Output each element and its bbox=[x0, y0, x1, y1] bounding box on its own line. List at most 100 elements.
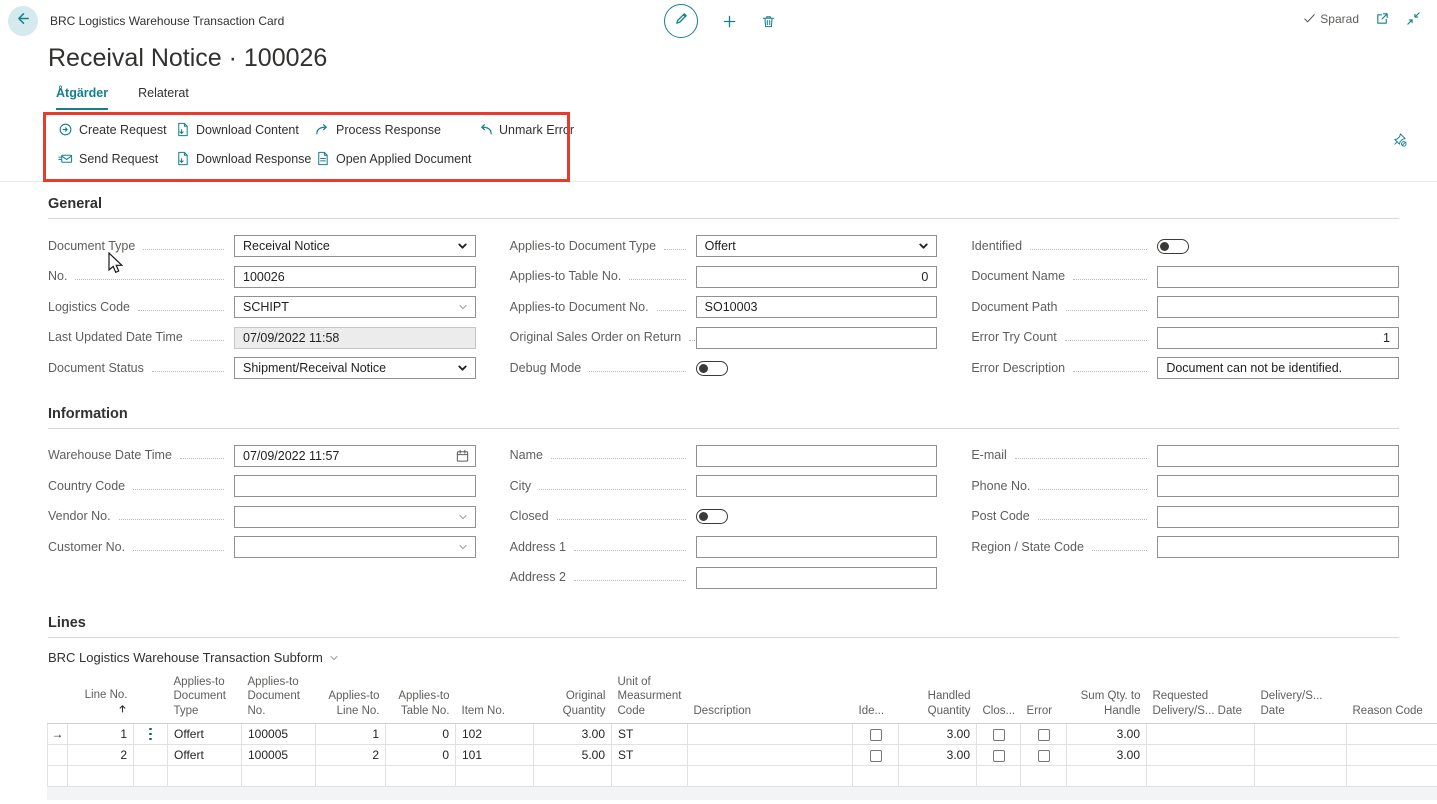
calendar-icon[interactable] bbox=[455, 448, 470, 463]
field-name[interactable] bbox=[696, 445, 938, 467]
field-applies-to-document-no[interactable]: SO10003 bbox=[696, 296, 938, 318]
cell-applies_table_no[interactable]: 0 bbox=[386, 724, 456, 745]
trash-icon[interactable] bbox=[761, 14, 776, 29]
toggle-closed[interactable] bbox=[696, 509, 728, 524]
field-country-code[interactable] bbox=[234, 475, 476, 497]
cell-applies_doc_no[interactable]: 100005 bbox=[242, 745, 316, 766]
cell-line_no[interactable]: 1 bbox=[68, 724, 134, 745]
cell-original_qty[interactable]: 3.00 bbox=[534, 724, 612, 745]
cell-identified[interactable] bbox=[853, 766, 899, 787]
pin-icon[interactable] bbox=[1392, 132, 1407, 152]
col-header-applies_doc_no[interactable]: Applies-to Document No. bbox=[242, 673, 316, 724]
col-header-closed[interactable]: Clos... bbox=[977, 673, 1021, 724]
field-document-status[interactable]: Shipment/Receival Notice bbox=[234, 357, 476, 379]
action-unmark-error[interactable]: Unmark Error bbox=[478, 122, 1437, 137]
cell-handled_qty[interactable]: 3.00 bbox=[899, 724, 977, 745]
field-document-name[interactable] bbox=[1157, 266, 1399, 288]
col-header-item_no[interactable]: Item No. bbox=[456, 673, 534, 724]
back-button[interactable] bbox=[8, 6, 38, 36]
lines-section-heading[interactable]: Lines bbox=[48, 615, 1399, 638]
toggle-debug-mode[interactable] bbox=[696, 361, 728, 376]
field-vendor-no[interactable] bbox=[234, 506, 476, 528]
action-download-content[interactable]: Download Content bbox=[175, 122, 315, 137]
cell-applies_table_no[interactable] bbox=[386, 766, 456, 787]
cell-original_qty[interactable] bbox=[534, 766, 612, 787]
cell-applies_doc_no[interactable] bbox=[242, 766, 316, 787]
collapse-button[interactable] bbox=[1406, 11, 1421, 26]
cell-reason_code[interactable] bbox=[1347, 724, 1437, 745]
row-menu-icon[interactable] bbox=[134, 724, 168, 745]
cell-line_no[interactable] bbox=[68, 766, 134, 787]
col-header-arrow[interactable] bbox=[48, 673, 68, 724]
action-process-response[interactable]: Process Response bbox=[315, 122, 478, 137]
col-header-applies_table_no[interactable]: Applies-to Table No. bbox=[386, 673, 456, 724]
field-applies-to-table-no[interactable]: 0 bbox=[696, 266, 938, 288]
information-section-heading[interactable]: Information bbox=[48, 406, 1399, 429]
checkbox-closed[interactable] bbox=[993, 750, 1005, 762]
cell-original_qty[interactable]: 5.00 bbox=[534, 745, 612, 766]
cell-applies_table_no[interactable]: 0 bbox=[386, 745, 456, 766]
cell-sum_qty[interactable]: 3.00 bbox=[1067, 745, 1147, 766]
col-header-line_no[interactable]: Line No. bbox=[68, 673, 134, 724]
cell-item_no[interactable]: 101 bbox=[456, 745, 534, 766]
cell-applies_doc_type[interactable]: Offert bbox=[168, 745, 242, 766]
cell-identified[interactable] bbox=[853, 745, 899, 766]
checkbox-identified[interactable] bbox=[870, 750, 882, 762]
action-create-request[interactable]: Create Request bbox=[58, 122, 175, 137]
field-logistics-code[interactable]: SCHIPT bbox=[234, 296, 476, 318]
checkbox-error[interactable] bbox=[1038, 750, 1050, 762]
cell-item_no[interactable]: 102 bbox=[456, 724, 534, 745]
checkbox-closed[interactable] bbox=[993, 729, 1005, 741]
tab-atgarder[interactable]: Åtgärder bbox=[56, 86, 108, 110]
cell-description[interactable] bbox=[688, 724, 853, 745]
field-customer-no[interactable] bbox=[234, 536, 476, 558]
cell-identified[interactable] bbox=[853, 724, 899, 745]
field-city[interactable] bbox=[696, 475, 938, 497]
field-phone-no[interactable] bbox=[1157, 475, 1399, 497]
cell-description[interactable] bbox=[688, 766, 853, 787]
cell-handled_qty[interactable]: 3.00 bbox=[899, 745, 977, 766]
cell-line_no[interactable]: 2 bbox=[68, 745, 134, 766]
field-document-type[interactable]: Receival Notice bbox=[234, 235, 476, 257]
cell-uom[interactable]: ST bbox=[612, 724, 688, 745]
col-header-original_qty[interactable]: Original Quantity bbox=[534, 673, 612, 724]
field-e-mail[interactable] bbox=[1157, 445, 1399, 467]
popout-button[interactable] bbox=[1375, 11, 1390, 26]
col-header-uom[interactable]: Unit of Measurment Code bbox=[612, 673, 688, 724]
cell-menu[interactable] bbox=[134, 745, 168, 766]
checkbox-error[interactable] bbox=[1038, 729, 1050, 741]
col-header-description[interactable]: Description bbox=[688, 673, 853, 724]
cell-applies_doc_no[interactable]: 100005 bbox=[242, 724, 316, 745]
cell-delivery_date[interactable] bbox=[1255, 724, 1347, 745]
cell-handled_qty[interactable] bbox=[899, 766, 977, 787]
cell-req_delivery_date[interactable] bbox=[1147, 745, 1255, 766]
cell-error[interactable] bbox=[1021, 745, 1067, 766]
cell-applies_line_no[interactable]: 1 bbox=[316, 724, 386, 745]
cell-reason_code[interactable] bbox=[1347, 745, 1437, 766]
cell-sum_qty[interactable] bbox=[1067, 766, 1147, 787]
cell-req_delivery_date[interactable] bbox=[1147, 724, 1255, 745]
col-header-error[interactable]: Error bbox=[1021, 673, 1067, 724]
cell-closed[interactable] bbox=[977, 745, 1021, 766]
cell-menu[interactable] bbox=[134, 766, 168, 787]
cell-uom[interactable] bbox=[612, 766, 688, 787]
checkbox-identified[interactable] bbox=[870, 729, 882, 741]
cell-description[interactable] bbox=[688, 745, 853, 766]
field-error-description[interactable]: Document can not be identified. bbox=[1157, 357, 1399, 379]
cell-delivery_date[interactable] bbox=[1255, 766, 1347, 787]
col-header-delivery_date[interactable]: Delivery/S... Date bbox=[1255, 673, 1347, 724]
field-address-2[interactable] bbox=[696, 567, 938, 589]
cell-error[interactable] bbox=[1021, 766, 1067, 787]
cell-error[interactable] bbox=[1021, 724, 1067, 745]
field-post-code[interactable] bbox=[1157, 506, 1399, 528]
cell-applies_doc_type[interactable] bbox=[168, 766, 242, 787]
action-download-response[interactable]: Download Response bbox=[175, 151, 315, 166]
cell-applies_doc_type[interactable]: Offert bbox=[168, 724, 242, 745]
cell-uom[interactable]: ST bbox=[612, 745, 688, 766]
field-no[interactable]: 100026 bbox=[234, 266, 476, 288]
field-warehouse-date-time[interactable]: 07/09/2022 11:57 bbox=[234, 445, 476, 467]
cell-req_delivery_date[interactable] bbox=[1147, 766, 1255, 787]
field-original-sales-order-on-return[interactable] bbox=[696, 327, 938, 349]
cell-closed[interactable] bbox=[977, 766, 1021, 787]
col-header-reason_code[interactable]: Reason Code bbox=[1347, 673, 1437, 724]
